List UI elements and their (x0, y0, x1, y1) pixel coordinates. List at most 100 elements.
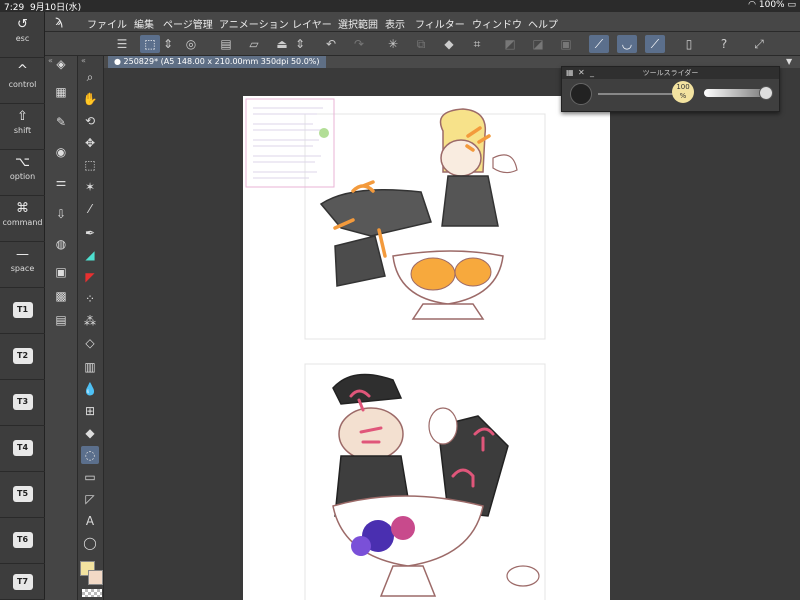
menu-help[interactable]: ヘルプ (528, 16, 558, 31)
shortcut-t3[interactable]: T3 (0, 380, 45, 426)
esc-key[interactable]: ↺ esc (0, 12, 45, 58)
control-icon: ^ (17, 63, 28, 78)
open-folder-icon[interactable]: ▱ (244, 35, 264, 53)
transparent-color-swatch[interactable] (82, 589, 102, 597)
zoom-icon[interactable]: ⌕ (81, 68, 99, 86)
eyedropper-icon[interactable]: ⁄ (81, 200, 99, 218)
menu-page[interactable]: ページ管理 (163, 16, 213, 31)
shortcut-t2[interactable]: T2 (0, 334, 45, 380)
pencil-icon[interactable]: ◢ (81, 246, 99, 264)
option-key[interactable]: ⌥ option (0, 150, 45, 196)
loading-icon[interactable]: ✳ (383, 35, 403, 53)
menu-filter[interactable]: フィルター (415, 16, 465, 31)
brush-size-icon[interactable]: ✎ (53, 114, 69, 130)
save-stepper-icon[interactable]: ⇕ (294, 35, 306, 53)
menu-selection[interactable]: 選択範囲 (338, 16, 378, 31)
reference-icon[interactable]: ▣ (53, 264, 69, 280)
lasso-fill-icon[interactable]: ◌ (81, 446, 99, 464)
stabilize-pen-icon[interactable]: ⟋ (589, 35, 609, 53)
undo-icon[interactable]: ↶ (321, 35, 341, 53)
magic-wand-icon[interactable]: ✶ (81, 178, 99, 196)
new-file-icon[interactable]: ▤ (216, 35, 236, 53)
selection-rect-icon[interactable]: ⬚ (81, 156, 99, 174)
crop-icon[interactable]: ▣ (556, 35, 576, 53)
grid-panel-icon[interactable]: ▩ (53, 288, 69, 304)
copy-icon[interactable]: ⧉ (411, 35, 431, 53)
frame-icon[interactable]: ⊞ (81, 402, 99, 420)
fill-bucket-icon[interactable]: ◆ (81, 424, 99, 442)
text-tool-icon[interactable]: A (81, 512, 99, 530)
tool-slider-titlebar: ▦ ✕ _ ツールスライダー (562, 67, 779, 79)
material-icon[interactable]: ⇩ (53, 206, 69, 222)
sub-color-swatch[interactable] (88, 570, 103, 585)
balloon-icon[interactable]: ◯ (81, 534, 99, 552)
body-top (441, 175, 499, 227)
layer-property-icon[interactable]: ▦ (53, 84, 69, 100)
shortcut-t5[interactable]: T5 (0, 472, 45, 518)
device-icon[interactable]: ▯ (679, 35, 699, 53)
opacity-value: 100 (676, 83, 690, 91)
figure-icon[interactable]: ◸ (81, 490, 99, 508)
menu-animation[interactable]: アニメーション (219, 16, 289, 31)
menu-layer[interactable]: レイヤー (292, 16, 332, 31)
lasso-mode-icon[interactable]: ◎ (181, 35, 201, 53)
decoration-icon[interactable]: ⁂ (81, 312, 99, 330)
brush-size-slider[interactable] (598, 93, 678, 95)
wing-right (492, 154, 518, 174)
menu-file[interactable]: ファイル (87, 16, 127, 31)
eraser-icon[interactable]: ◇ (81, 334, 99, 352)
help-icon[interactable]: ? (714, 35, 734, 53)
blend-icon[interactable]: 💧 (81, 380, 99, 398)
opacity-indicator[interactable]: 100 % (672, 81, 694, 103)
select-layer-icon[interactable]: ⬚ (140, 35, 160, 53)
timeline-icon[interactable]: ▤ (53, 312, 69, 328)
canvas-area[interactable] (104, 68, 800, 600)
space-key[interactable]: — space (0, 242, 45, 288)
shortcut-t6[interactable]: T6 (0, 518, 45, 564)
command-key[interactable]: ⌘ command (0, 196, 45, 242)
redo-icon[interactable]: ↷ (349, 35, 369, 53)
shortcut-t7[interactable]: T7 (0, 564, 45, 600)
command-bar: ☰ ⬚ ⇕ ◎ ▤ ▱ ⏏ ⇕ ↶ ↷ ✳ ⧉ ◆ ⌗ ◩ ◪ ▣ ⟋ ◡ ⟋ … (45, 32, 800, 56)
collapse-panel-icon[interactable]: ▼ (786, 57, 792, 66)
layer-stack-icon[interactable]: ◈ (53, 56, 69, 72)
document-tab[interactable]: ● 250829* (A5 148.00 x 210.00mm 350dpi 5… (108, 56, 326, 68)
edge-keys-panel: ↺ esc ^ control ⇧ shift ⌥ option ⌘ command — s… (0, 12, 45, 600)
clear-selection-icon[interactable]: ◩ (500, 35, 520, 53)
save-icon[interactable]: ⏏ (272, 35, 292, 53)
cursor-marker (319, 128, 329, 138)
shortcut-t4[interactable]: T4 (0, 426, 45, 472)
control-key[interactable]: ^ control (0, 58, 45, 104)
brush-icon[interactable]: ◤ (81, 268, 99, 286)
fill-icon[interactable]: ◆ (439, 35, 459, 53)
menu-view[interactable]: 表示 (385, 16, 405, 31)
navigator-icon[interactable]: ◍ (53, 236, 69, 252)
pressure-icon[interactable]: ⟋ (645, 35, 665, 53)
berry-3 (351, 536, 371, 556)
app-logo-icon[interactable]: ϡ (55, 14, 71, 30)
transform-icon[interactable]: ⌗ (467, 35, 487, 53)
canvas-paper[interactable] (243, 96, 610, 600)
face-top (440, 139, 482, 177)
tab-dot: ● (114, 57, 124, 66)
airbrush-icon[interactable]: ⁘ (81, 290, 99, 308)
stroke-curve-icon[interactable]: ◡ (617, 35, 637, 53)
move-icon[interactable]: ✥ (81, 134, 99, 152)
camera-icon[interactable]: ◉ (53, 144, 69, 160)
menu-window[interactable]: ウィンドウ (472, 16, 522, 31)
shortcut-t1[interactable]: T1 (0, 288, 45, 334)
shift-key[interactable]: ⇧ shift (0, 104, 45, 150)
fullscreen-icon[interactable]: ⤢ (749, 35, 769, 53)
invert-selection-icon[interactable]: ◪ (528, 35, 548, 53)
opacity-slider-knob[interactable] (759, 86, 773, 100)
menu-edit[interactable]: 編集 (134, 16, 154, 31)
pen-icon[interactable]: ✒ (81, 224, 99, 242)
hand-icon[interactable]: ✋ (81, 90, 99, 108)
stepper-icon[interactable]: ⇕ (162, 35, 174, 53)
adjust-icon[interactable]: ⚌ (53, 174, 69, 190)
rotate-icon[interactable]: ⟲ (81, 112, 99, 130)
gradient-icon[interactable]: ▥ (81, 358, 99, 376)
hamburger-icon[interactable]: ☰ (112, 35, 132, 53)
ruler-icon[interactable]: ▭ (81, 468, 99, 486)
app-root: 7:29 9月10日(水) ◠ 100% ▭ ↺ esc ^ control ⇧ sh… (0, 0, 800, 600)
